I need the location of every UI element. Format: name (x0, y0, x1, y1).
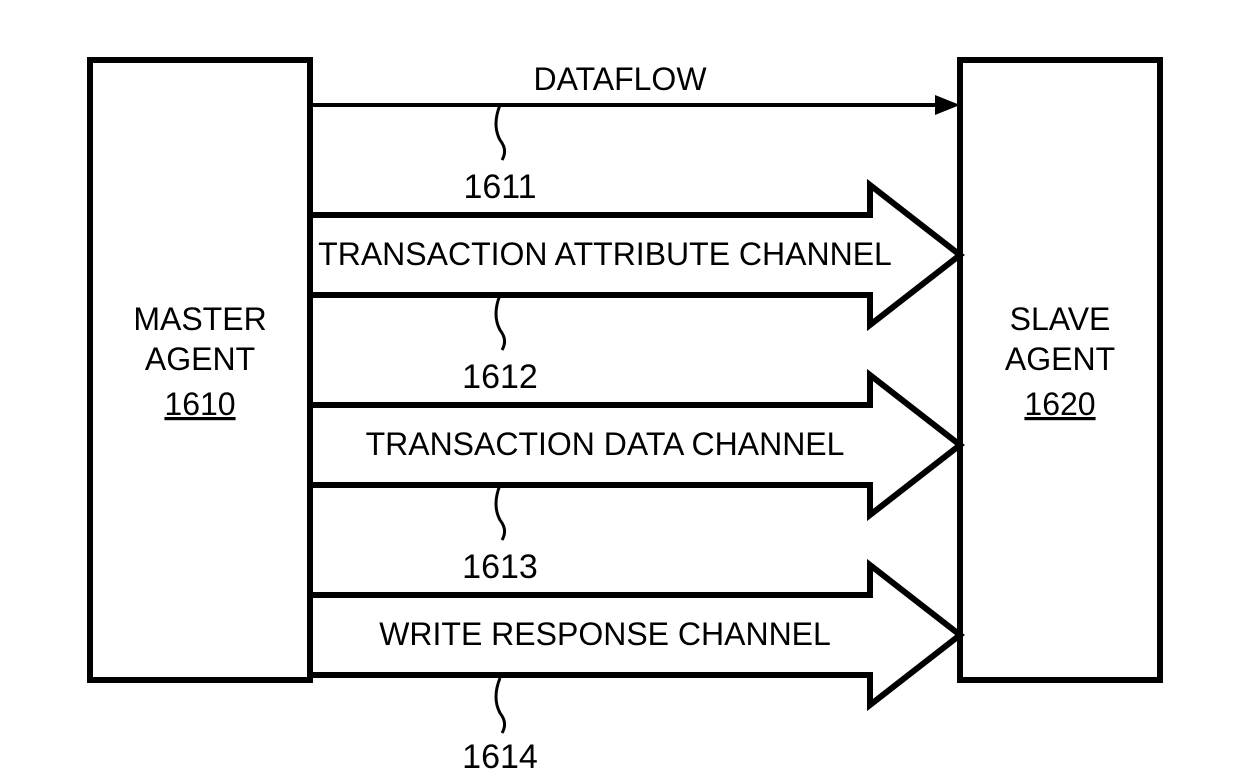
slave-agent-title: SLAVE (1010, 301, 1111, 337)
diagram-canvas: MASTER AGENT 1610 SLAVE AGENT 1620 DATAF… (0, 0, 1240, 780)
transaction-attribute-channel-label: TRANSACTION ATTRIBUTE CHANNEL (318, 236, 892, 272)
write-response-channel-label: WRITE RESPONSE CHANNEL (379, 616, 831, 652)
write-response-channel-ref-tick (496, 678, 505, 733)
write-response-channel-ref: 1614 (462, 738, 538, 776)
dataflow-arrow: DATAFLOW 1611 (310, 61, 960, 206)
slave-agent-box: SLAVE AGENT 1620 (960, 60, 1160, 680)
dataflow-label: DATAFLOW (533, 61, 707, 97)
master-agent-ref: 1610 (164, 386, 235, 422)
slave-agent-subtitle: AGENT (1005, 341, 1115, 377)
dataflow-ref: 1611 (463, 168, 536, 206)
master-agent-title: MASTER (133, 301, 266, 337)
transaction-data-channel-ref-tick (496, 485, 505, 540)
dataflow-ref-tick (496, 105, 505, 160)
transaction-attribute-channel-ref-tick (496, 295, 505, 350)
master-agent-subtitle: AGENT (145, 341, 255, 377)
write-response-channel-arrow: WRITE RESPONSE CHANNEL 1614 (310, 565, 960, 776)
slave-agent-ref: 1620 (1024, 386, 1095, 422)
transaction-attribute-channel-ref: 1612 (462, 358, 538, 396)
transaction-data-channel-ref: 1613 (462, 548, 538, 586)
transaction-attribute-channel-arrow: TRANSACTION ATTRIBUTE CHANNEL 1612 (310, 185, 960, 396)
transaction-data-channel-label: TRANSACTION DATA CHANNEL (366, 426, 845, 462)
master-agent-box: MASTER AGENT 1610 (90, 60, 310, 680)
transaction-data-channel-arrow: TRANSACTION DATA CHANNEL 1613 (310, 375, 960, 586)
